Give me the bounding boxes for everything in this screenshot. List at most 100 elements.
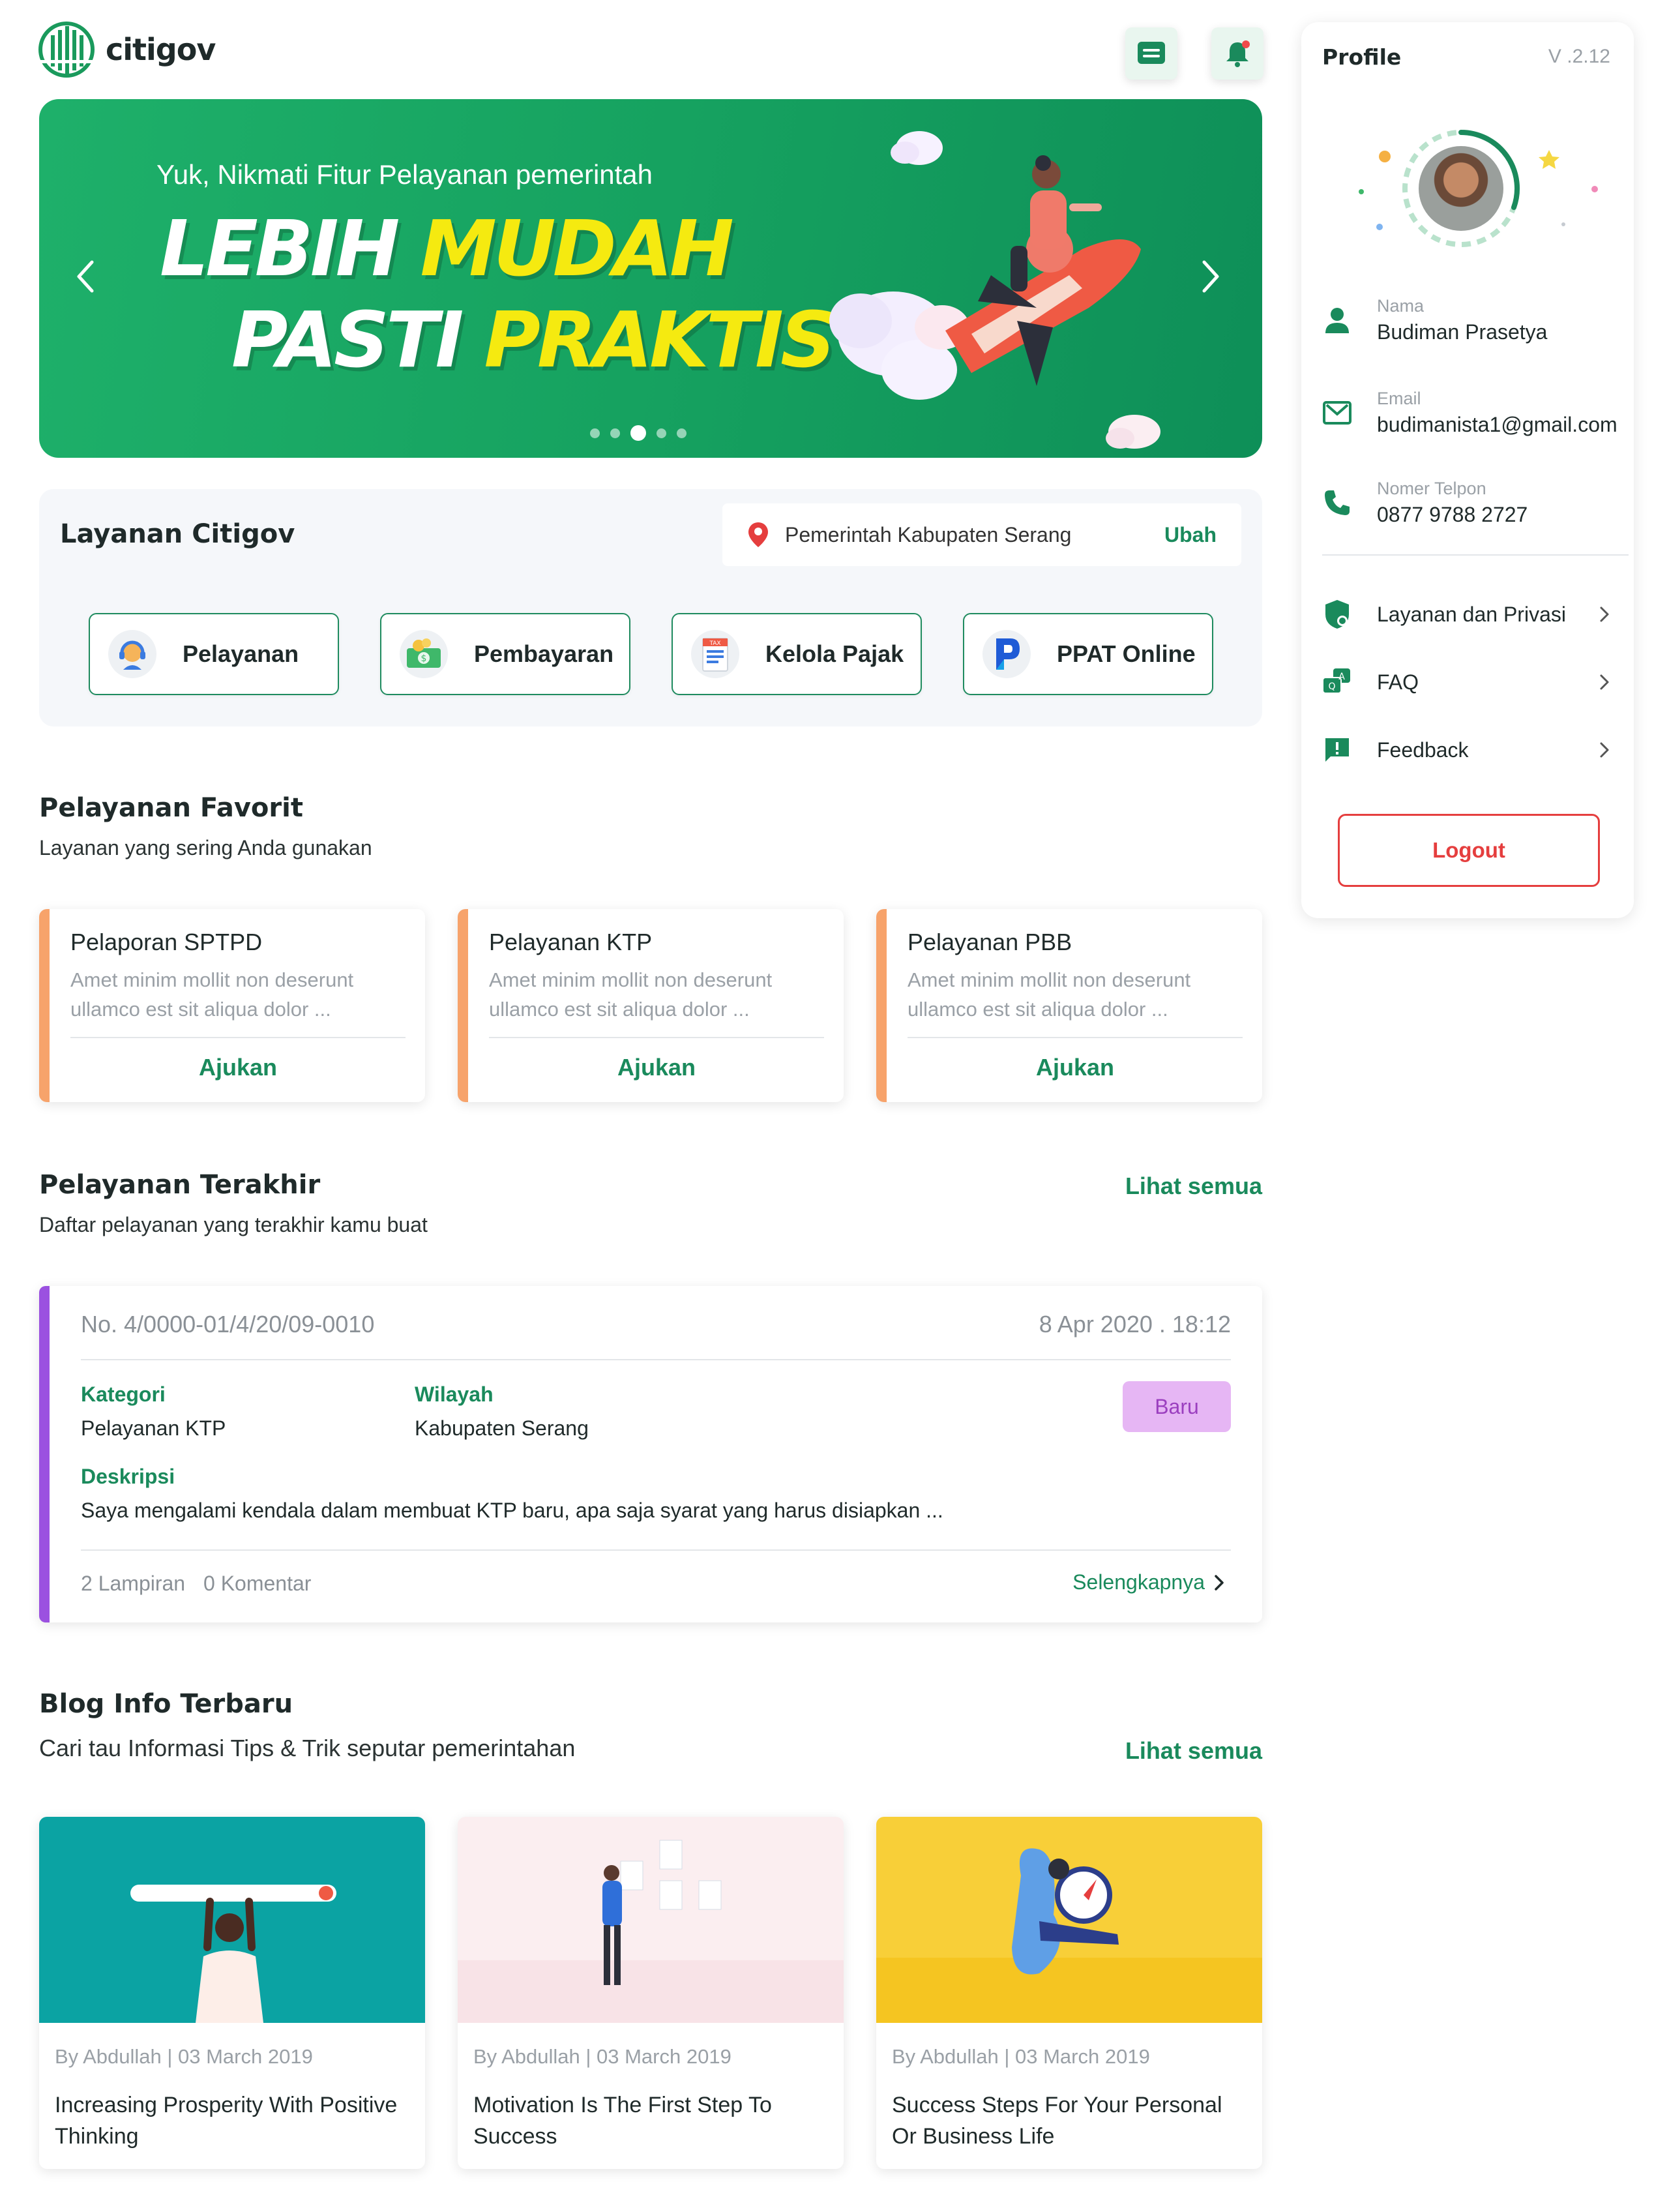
favorite-card-desc: Amet minim mollit non deserunt ullamco e…	[489, 968, 773, 1021]
profile-field-email: Email budimanista1@gmail.com	[1320, 389, 1617, 437]
comment-count[interactable]: 0 Komentar	[203, 1572, 311, 1596]
service-label: Pembayaran	[474, 640, 614, 667]
ajukan-button[interactable]: Ajukan	[908, 1054, 1243, 1081]
favorit-title: Pelayanan Favorit	[39, 793, 303, 823]
support-agent-icon	[108, 630, 156, 678]
deskripsi-label: Deskripsi	[81, 1465, 175, 1488]
blog-card[interactable]: By Abdullah | 03 March 2019 Increasing P…	[39, 1817, 425, 2169]
divider	[489, 1037, 824, 1038]
user-icon	[1320, 303, 1355, 338]
ticket-card[interactable]: No. 4/0000-01/4/20/09-0010 8 Apr 2020 . …	[39, 1286, 1262, 1622]
chevron-right-icon	[1600, 606, 1609, 622]
layanan-title: Layanan Citigov	[60, 519, 295, 549]
blog-card[interactable]: By Abdullah | 03 March 2019 Motivation I…	[458, 1817, 844, 2169]
location-selector[interactable]: Pemerintah Kabupaten Serang Ubah	[722, 503, 1241, 566]
location-pin-icon	[748, 522, 768, 547]
change-location-link[interactable]: Ubah	[1164, 523, 1217, 547]
service-kelola-pajak-button[interactable]: TAX Kelola Pajak	[672, 613, 922, 695]
favorite-card-desc: Amet minim mollit non deserunt ullamco e…	[70, 968, 354, 1021]
profile-title: Profile	[1322, 44, 1402, 70]
rocket-illustration	[829, 131, 1160, 449]
wilayah-label: Wilayah	[415, 1382, 494, 1406]
banner-subtitle: Yuk, Nikmati Fitur Pelayanan pemerintah	[156, 159, 653, 190]
menu-label: FAQ	[1377, 670, 1419, 694]
faq-icon: AQ	[1320, 665, 1355, 700]
app-logo[interactable]: citigov	[38, 21, 216, 78]
see-more-link[interactable]: Selengkapnya	[1072, 1570, 1224, 1594]
see-more-label: Selengkapnya	[1072, 1570, 1205, 1594]
kategori-value: Pelayanan KTP	[81, 1416, 226, 1440]
chevron-left-icon	[77, 260, 94, 293]
terakhir-title: Pelayanan Terakhir	[39, 1170, 321, 1200]
banner-prev-button[interactable]	[65, 250, 104, 303]
location-name: Pemerintah Kabupaten Serang	[785, 522, 1072, 546]
blog-post-title: Success Steps For Your Personal Or Busin…	[892, 2093, 1222, 2149]
svg-text:Q: Q	[1328, 681, 1335, 692]
menu-label: Layanan dan Privasi	[1377, 602, 1566, 626]
menu-feedback[interactable]: Feedback	[1320, 730, 1610, 770]
svg-text:TAX: TAX	[709, 640, 720, 647]
profile-field-value: 0877 9788 2727	[1377, 503, 1528, 526]
wilayah-value: Kabupaten Serang	[415, 1416, 589, 1440]
banner-headline-2: PASTI PRAKTIS	[231, 295, 836, 385]
profile-panel: Profile V .2.12 Nama Budiman Prasetya Em…	[1301, 22, 1634, 918]
message-icon	[1138, 42, 1165, 64]
favorit-subtitle: Layanan yang sering Anda gunakan	[39, 836, 372, 859]
profile-field-phone: Nomer Telpon 0877 9788 2727	[1320, 479, 1528, 527]
profile-field-value: budimanista1@gmail.com	[1377, 413, 1617, 436]
avatar-photo	[1419, 146, 1503, 231]
carousel-dot[interactable]	[677, 428, 687, 438]
notification-button[interactable]	[1211, 27, 1263, 80]
bell-icon	[1226, 40, 1250, 67]
citigov-logo-icon	[38, 22, 95, 78]
favorite-card-title: Pelayanan KTP	[489, 929, 653, 955]
menu-privacy[interactable]: Layanan dan Privasi	[1320, 595, 1610, 634]
blog-post-title: Motivation Is The First Step To Success	[473, 2093, 772, 2149]
ticket-date: 8 Apr 2020 . 18:12	[1039, 1311, 1231, 1338]
favorite-card[interactable]: Pelayanan PBB Amet minim mollit non dese…	[876, 909, 1262, 1102]
mail-icon	[1320, 395, 1355, 430]
profile-field-label: Nomer Telpon	[1377, 479, 1486, 498]
card-accent-bar	[458, 909, 468, 1102]
feedback-icon	[1320, 732, 1355, 768]
carousel-dot[interactable]	[590, 428, 600, 438]
profile-field-name: Nama Budiman Prasetya	[1320, 296, 1547, 344]
chevron-right-icon	[1215, 1574, 1224, 1591]
profile-field-label: Email	[1377, 389, 1421, 408]
message-button[interactable]	[1125, 27, 1177, 80]
banner-next-button[interactable]	[1192, 250, 1231, 303]
card-accent-bar	[39, 1286, 50, 1622]
ajukan-button[interactable]: Ajukan	[489, 1054, 824, 1081]
blog-image	[39, 1817, 425, 2023]
tax-icon: TAX	[691, 630, 739, 678]
card-accent-bar	[39, 909, 50, 1102]
banner-headline-1: LEBIH MUDAH	[160, 203, 734, 293]
favorite-card[interactable]: Pelaporan SPTPD Amet minim mollit non de…	[39, 909, 425, 1102]
profile-field-value: Budiman Prasetya	[1377, 320, 1548, 344]
blog-card[interactable]: By Abdullah | 03 March 2019 Success Step…	[876, 1817, 1262, 2169]
carousel-dot[interactable]	[657, 428, 666, 438]
service-pembayaran-button[interactable]: $ Pembayaran	[380, 613, 630, 695]
service-ppat-online-button[interactable]: PPAT Online	[963, 613, 1213, 695]
blog-see-all-link[interactable]: Lihat semua	[1125, 1737, 1262, 1765]
terakhir-see-all-link[interactable]: Lihat semua	[1125, 1173, 1262, 1200]
carousel-dot-active[interactable]	[630, 425, 646, 441]
favorite-card-desc: Amet minim mollit non deserunt ullamco e…	[908, 968, 1191, 1021]
promo-banner[interactable]: Yuk, Nikmati Fitur Pelayanan pemerintah …	[39, 99, 1262, 458]
service-label: PPAT Online	[1057, 640, 1196, 667]
divider	[81, 1549, 1231, 1551]
menu-faq[interactable]: AQ FAQ	[1320, 663, 1610, 702]
carousel-dot[interactable]	[610, 428, 620, 438]
logout-button[interactable]: Logout	[1338, 814, 1600, 887]
brand-name: citigov	[106, 32, 216, 67]
profile-field-label: Nama	[1377, 296, 1425, 316]
blog-subtitle: Cari tau Informasi Tips & Trik seputar p…	[39, 1735, 576, 1761]
ajukan-button[interactable]: Ajukan	[70, 1054, 406, 1081]
phone-icon	[1320, 485, 1355, 520]
avatar[interactable]	[1399, 127, 1523, 250]
attachment-count[interactable]: 2 Lampiran	[81, 1572, 185, 1596]
service-pelayanan-button[interactable]: Pelayanan	[89, 613, 339, 695]
favorite-card-title: Pelaporan SPTPD	[70, 929, 263, 955]
favorite-card[interactable]: Pelayanan KTP Amet minim mollit non dese…	[458, 909, 844, 1102]
shield-icon	[1320, 597, 1355, 632]
